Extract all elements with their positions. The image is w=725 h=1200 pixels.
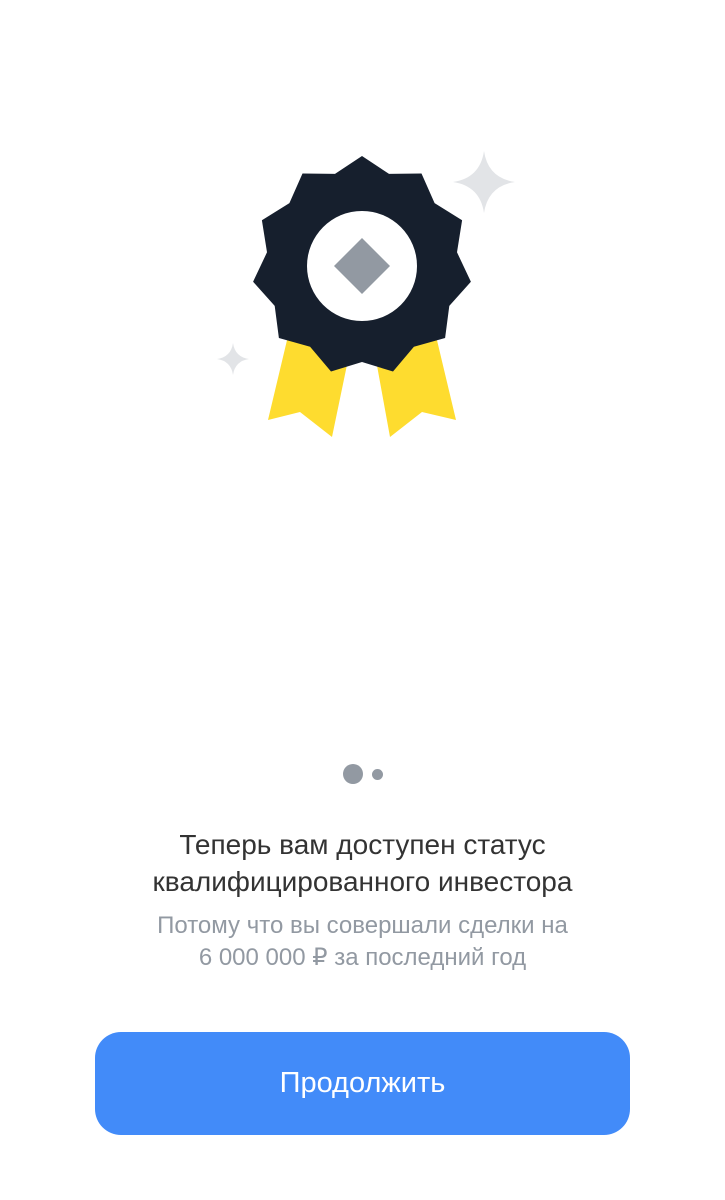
qualified-investor-screen: Теперь вам доступен статус квалифицирова… bbox=[0, 0, 725, 1200]
subtitle-line-2: 6 000 000 ₽ за последний год bbox=[198, 944, 527, 971]
page-indicator bbox=[0, 764, 725, 784]
subtitle-line-1: Потому что вы совершали сделки на bbox=[157, 912, 568, 939]
page-subtitle: Потому что вы совершали сделки на 6 000 … bbox=[40, 910, 685, 974]
sparkle-small-icon bbox=[217, 343, 249, 375]
page-dot-active bbox=[342, 764, 363, 784]
award-medal-icon bbox=[217, 151, 515, 437]
sparkle-large-icon bbox=[453, 151, 515, 213]
title-line-2: квалифицированного инвестора bbox=[152, 866, 573, 897]
continue-button[interactable]: Продолжить bbox=[95, 1032, 630, 1135]
page-dot-inactive bbox=[371, 768, 383, 780]
title-line-1: Теперь вам доступен статус bbox=[179, 829, 546, 860]
continue-button-label: Продолжить bbox=[279, 1067, 446, 1099]
page-title: Теперь вам доступен статус квалифицирова… bbox=[40, 826, 685, 900]
